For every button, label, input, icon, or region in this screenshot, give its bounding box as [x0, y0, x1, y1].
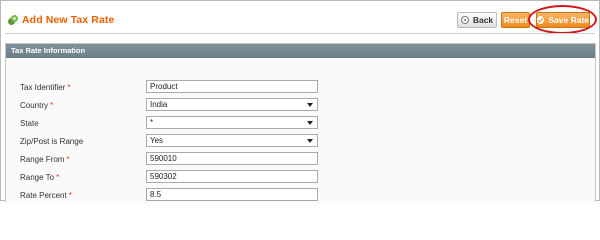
country-row: Country * India — [6, 97, 595, 115]
checkmark-icon — [537, 16, 545, 24]
required-marker: * — [50, 101, 54, 110]
state-label: State — [20, 119, 39, 128]
zip-post-range-select[interactable]: Yes — [146, 134, 318, 147]
reset-button[interactable]: Reset — [501, 12, 530, 28]
back-button[interactable]: Back — [457, 12, 497, 28]
range-to-row: Range To * 590302 — [6, 169, 595, 187]
zip-post-range-row: Zip/Post is Range Yes — [6, 133, 595, 151]
state-row: State * — [6, 115, 595, 133]
zip-post-range-label: Zip/Post is Range — [20, 137, 84, 146]
range-to-input[interactable]: 590302 — [146, 170, 318, 183]
chevron-down-icon — [307, 121, 313, 125]
save-rate-button-label: Save Rate — [548, 15, 589, 25]
back-button-label: Back — [472, 15, 494, 25]
tax-identifier-input[interactable]: Product — [146, 80, 318, 93]
page-title: Add New Tax Rate — [22, 14, 115, 26]
chevron-down-icon — [307, 103, 313, 107]
rate-percent-row: Rate Percent * 8.5 — [6, 187, 595, 205]
required-marker: * — [67, 83, 71, 92]
range-from-row: Range From * 590010 — [6, 151, 595, 169]
tax-identifier-row: Tax Identifier * Product — [6, 79, 595, 97]
tax-rate-icon — [8, 15, 18, 25]
tax-rate-page: Add New Tax Rate Back Reset Save Rate Ta… — [0, 0, 600, 203]
rate-percent-input[interactable]: 8.5 — [146, 188, 318, 201]
required-marker: * — [56, 173, 60, 182]
required-marker: * — [68, 191, 72, 200]
range-from-input[interactable]: 590010 — [146, 152, 318, 165]
tax-identifier-label: Tax Identifier * — [20, 83, 71, 92]
back-arrow-icon — [460, 16, 469, 24]
tax-rate-information-section: Tax Rate Information Tax Identifier * Pro… — [5, 43, 596, 203]
state-select[interactable]: * — [146, 116, 318, 129]
rate-percent-label: Rate Percent * — [20, 191, 72, 200]
required-marker: * — [66, 155, 70, 164]
range-from-label: Range From * — [20, 155, 70, 164]
save-rate-button[interactable]: Save Rate — [536, 12, 590, 28]
section-title: Tax Rate Information — [6, 44, 595, 58]
header-divider — [5, 33, 595, 34]
reset-button-label: Reset — [503, 15, 528, 25]
state-selected-value: * — [150, 118, 154, 127]
country-select[interactable]: India — [146, 98, 318, 111]
form-body: Tax Identifier * Product Country * India S… — [6, 58, 595, 203]
country-label: Country * — [20, 101, 54, 110]
zip-post-range-selected-value: Yes — [150, 136, 164, 145]
country-selected-value: India — [150, 100, 168, 109]
chevron-down-icon — [307, 139, 313, 143]
range-to-label: Range To * — [20, 173, 60, 182]
page-header: Add New Tax Rate Back Reset Save Rate — [1, 1, 599, 38]
